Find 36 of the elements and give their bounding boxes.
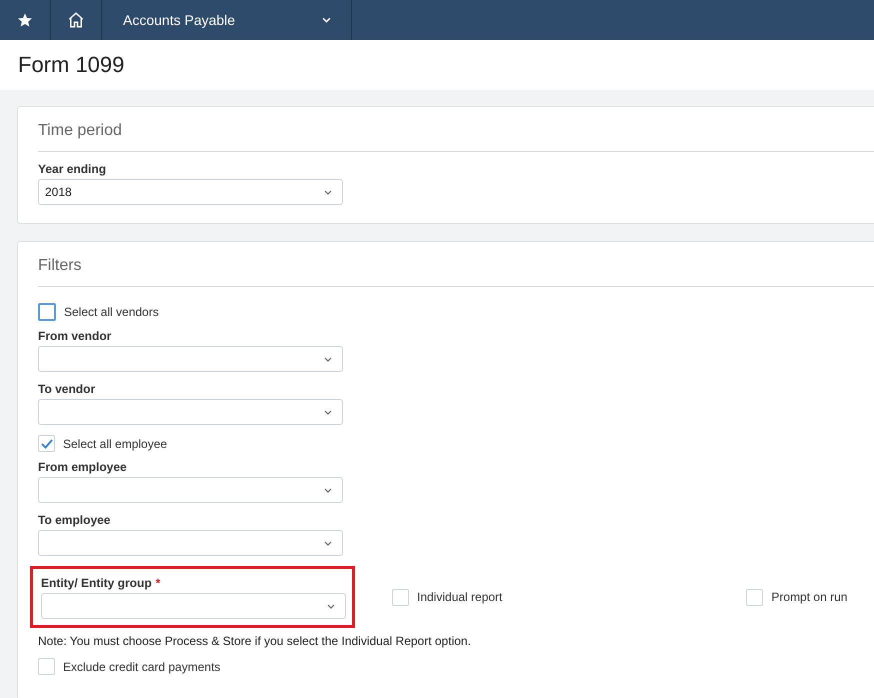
checkbox[interactable]	[38, 435, 55, 452]
checkbox-label: Prompt on run	[771, 590, 848, 604]
chevron-down-icon	[324, 540, 332, 546]
chevron-down-icon	[324, 488, 332, 492]
field-label: From vendor	[38, 329, 112, 343]
chevron-down-icon	[327, 604, 335, 608]
field-label: Year ending	[38, 162, 108, 176]
checkbox-label: Exclude credit card payments	[63, 660, 220, 674]
dropdown-field[interactable]: 2018	[38, 179, 343, 205]
checkbox-label: Select all employee	[63, 436, 168, 450]
checkbox[interactable]	[746, 588, 764, 606]
section-title: Filters	[38, 242, 874, 287]
field-label: Entity/ Entity group	[41, 576, 152, 590]
field-label: To vendor	[38, 382, 96, 396]
page-title: Form 1099	[18, 52, 124, 78]
dropdown-field[interactable]	[38, 530, 343, 556]
required-mark: *	[156, 576, 160, 590]
chevron-down-icon	[324, 190, 332, 194]
chevron-down-icon	[324, 356, 332, 362]
checkbox-label: Individual report	[417, 590, 502, 604]
checkbox-label: Select all vendors	[64, 305, 159, 319]
chevron-down-icon	[324, 410, 332, 414]
dropdown-field[interactable]	[38, 477, 343, 503]
checkbox[interactable]	[392, 588, 409, 606]
field-label: To employee	[38, 513, 112, 527]
chevron-down-icon	[322, 17, 331, 23]
dropdown-field[interactable]	[38, 399, 343, 425]
dropdown-field[interactable]	[41, 593, 346, 619]
star-icon[interactable]	[17, 12, 33, 28]
dropdown-field[interactable]	[38, 346, 343, 372]
checkbox[interactable]	[38, 658, 55, 675]
field-label: From employee	[38, 460, 128, 474]
checkbox[interactable]	[38, 303, 56, 321]
note-text: Note: You must choose Process & Store if you select the Individual Report option.	[38, 634, 472, 648]
section-title: Time period	[38, 107, 874, 152]
home-icon[interactable]	[67, 11, 85, 29]
